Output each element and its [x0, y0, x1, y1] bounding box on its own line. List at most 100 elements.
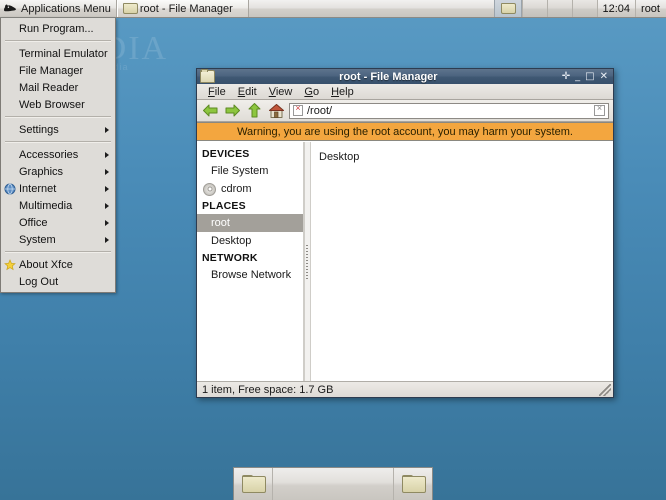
menu-go[interactable]: Go	[298, 86, 325, 98]
menu-separator	[5, 141, 111, 143]
window-title: root - File Manager	[215, 71, 562, 83]
tray-slot-2[interactable]	[547, 0, 572, 17]
menu-item-about-xfce[interactable]: About Xfce	[1, 256, 115, 273]
menu-item-accessories[interactable]: Accessories	[1, 146, 115, 163]
chevron-right-icon	[105, 220, 109, 226]
xfce-mouse-icon	[3, 3, 17, 14]
chevron-right-icon	[105, 169, 109, 175]
taskbar-button-label: root - File Manager	[140, 3, 233, 15]
panel-clock[interactable]: 12:04	[597, 0, 637, 17]
chevron-right-icon	[105, 152, 109, 158]
sidebar-item-cdrom[interactable]: cdrom	[197, 180, 303, 198]
menu-item-internet[interactable]: Internet	[1, 180, 115, 197]
root-warning-banner: Warning, you are using the root account,…	[197, 122, 613, 141]
menu-item-terminal-emulator[interactable]: Terminal Emulator	[1, 45, 115, 62]
up-button[interactable]	[245, 101, 264, 120]
chevron-right-icon	[105, 186, 109, 192]
sidebar-item-label: Browse Network	[211, 269, 291, 281]
menu-item-mail-reader[interactable]: Mail Reader	[1, 79, 115, 96]
menu-item-office[interactable]: Office	[1, 214, 115, 231]
sidebar-item-desktop[interactable]: Desktop	[197, 232, 303, 250]
menu-file-mnemonic: F	[208, 86, 215, 98]
panel-user-label[interactable]: root	[636, 0, 666, 17]
menu-item-label: About Xfce	[19, 259, 73, 271]
statusbar-text: 1 item, Free space: 1.7 GB	[202, 384, 333, 396]
menu-separator	[5, 116, 111, 118]
globe-icon	[4, 183, 16, 195]
minimize-button[interactable]: _	[575, 72, 580, 82]
menu-separator	[5, 40, 111, 42]
bottom-dock	[233, 467, 433, 500]
chevron-right-icon	[105, 127, 109, 133]
cdrom-icon	[203, 183, 216, 196]
close-button[interactable]: ✕	[600, 72, 608, 82]
path-file-icon	[293, 105, 303, 116]
menu-item-settings[interactable]: Settings	[1, 121, 115, 138]
menu-item-label: Office	[19, 217, 48, 229]
menu-view-mnemonic: V	[269, 86, 276, 98]
dock-item-file-manager[interactable]	[234, 468, 273, 500]
path-input[interactable]: /root/	[289, 103, 609, 119]
menu-item-label: Terminal Emulator	[19, 48, 108, 60]
resize-grip[interactable]	[599, 384, 611, 396]
panel-spacer	[249, 0, 494, 17]
file-manager-window: root - File Manager ✛ _ □ ✕ File Edit Vi…	[196, 68, 614, 398]
chevron-right-icon	[105, 237, 109, 243]
menu-item-system[interactable]: System	[1, 231, 115, 248]
forward-button[interactable]	[223, 101, 242, 120]
menu-go-mnemonic: G	[304, 86, 313, 98]
tray-file-manager-icon[interactable]	[494, 0, 522, 17]
sidebar: DEVICES File System cdrom PLACES root De…	[197, 142, 304, 381]
taskbar-button-file-manager[interactable]: root - File Manager	[117, 0, 249, 17]
menu-item-file-manager[interactable]: File Manager	[1, 62, 115, 79]
menu-help[interactable]: Help	[325, 86, 360, 98]
statusbar: 1 item, Free space: 1.7 GB	[197, 381, 613, 397]
sidebar-splitter[interactable]	[304, 142, 311, 381]
menu-item-run-program[interactable]: Run Program...	[1, 20, 115, 37]
sidebar-item-label: Desktop	[211, 235, 251, 247]
sidebar-item-label: File System	[211, 165, 268, 177]
sidebar-item-file-system[interactable]: File System	[197, 162, 303, 180]
menu-edit-mnemonic: E	[238, 86, 245, 98]
applications-menu-popup[interactable]: Run Program... Terminal Emulator File Ma…	[0, 18, 116, 293]
menu-file-label: ile	[215, 86, 226, 98]
sidebar-item-label: root	[211, 217, 230, 229]
menu-item-graphics[interactable]: Graphics	[1, 163, 115, 180]
menu-item-label: Settings	[19, 124, 59, 136]
home-icon	[268, 103, 285, 119]
dock-spacer	[273, 468, 393, 500]
arrow-up-icon	[247, 102, 262, 119]
window-titlebar[interactable]: root - File Manager ✛ _ □ ✕	[197, 69, 613, 84]
file-list[interactable]: Desktop	[311, 142, 613, 381]
dock-item-folder[interactable]	[393, 468, 432, 500]
applications-menu-button[interactable]: Applications Menu	[0, 0, 117, 17]
star-icon	[4, 259, 16, 271]
sidebar-item-root[interactable]: root	[197, 214, 303, 232]
file-list-item[interactable]: Desktop	[311, 148, 613, 165]
sidebar-item-browse-network[interactable]: Browse Network	[197, 266, 303, 284]
menu-file[interactable]: File	[202, 86, 232, 98]
clear-icon[interactable]	[594, 105, 605, 116]
menu-view[interactable]: View	[263, 86, 299, 98]
sidebar-group-places: PLACES	[197, 198, 303, 214]
shade-button[interactable]: ✛	[562, 72, 570, 82]
menu-item-log-out[interactable]: Log Out	[1, 273, 115, 290]
back-button[interactable]	[201, 101, 220, 120]
maximize-button[interactable]: □	[585, 72, 594, 82]
folder-icon	[402, 475, 424, 493]
menu-item-label: System	[19, 234, 56, 246]
folder-icon	[242, 475, 264, 493]
splitter-grip[interactable]	[306, 245, 308, 279]
menu-item-label: Accessories	[19, 149, 78, 161]
menu-item-label: File Manager	[19, 65, 83, 77]
warning-text: Warning, you are using the root account,…	[237, 126, 573, 138]
menu-item-multimedia[interactable]: Multimedia	[1, 197, 115, 214]
menu-edit[interactable]: Edit	[232, 86, 263, 98]
tray-slot-1[interactable]	[522, 0, 547, 17]
tray-slot-3[interactable]	[572, 0, 597, 17]
sidebar-group-devices: DEVICES	[197, 146, 303, 162]
file-name: Desktop	[319, 151, 359, 163]
menu-item-web-browser[interactable]: Web Browser	[1, 96, 115, 113]
home-button[interactable]	[267, 101, 286, 120]
sidebar-item-label: cdrom	[221, 183, 252, 195]
